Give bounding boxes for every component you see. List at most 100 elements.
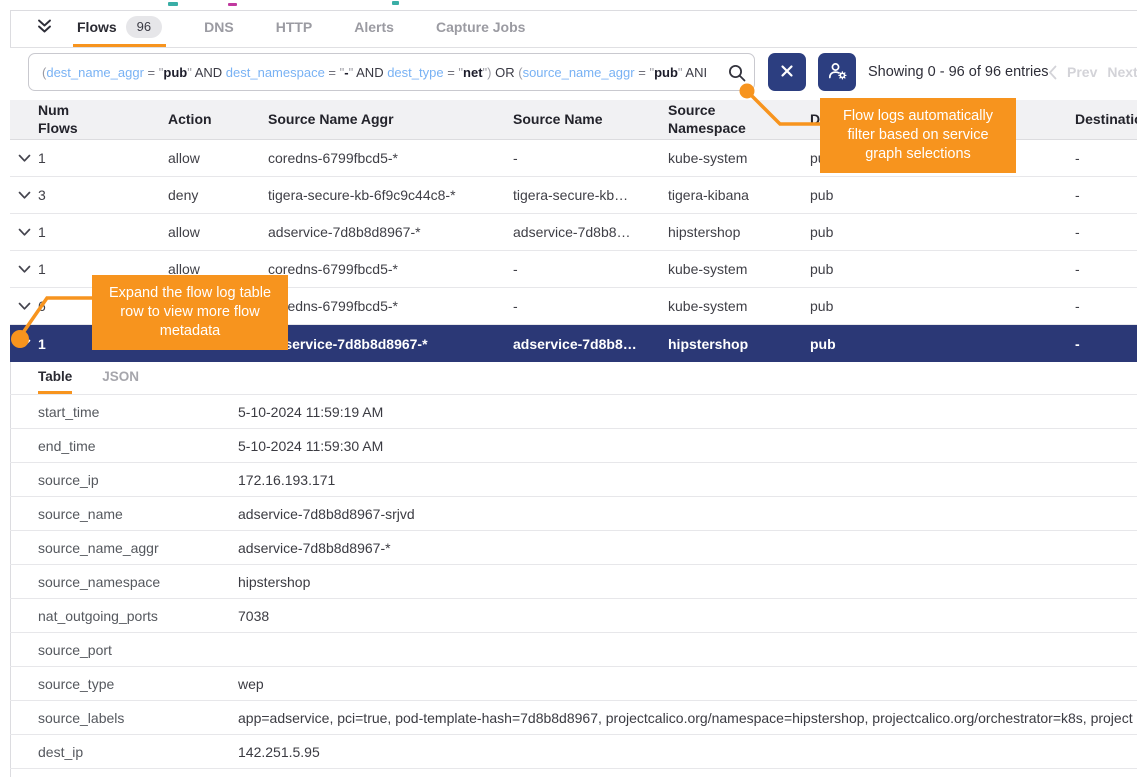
detail-row: source_nameadservice-7d8b8d8967-srjvd bbox=[10, 497, 1137, 531]
filter-query: (dest_name_aggr = "pub" AND dest_namespa… bbox=[42, 65, 707, 80]
next-button[interactable]: Next bbox=[1107, 64, 1137, 80]
detail-key: nat_outgoing_ports bbox=[38, 608, 238, 624]
detail-value: 5-10-2024 11:59:30 AM bbox=[238, 438, 1137, 454]
cell-destination-name: - bbox=[1075, 187, 1137, 203]
callout-filter-hint: Flow logs automatically filter based on … bbox=[820, 98, 1016, 173]
cell-num-flows: 3 bbox=[38, 187, 168, 203]
query-token: dest_name_aggr bbox=[46, 65, 144, 80]
cell-dest-name-aggr: pub bbox=[810, 187, 1075, 203]
chevron-left-icon bbox=[1048, 65, 1057, 80]
tab-http[interactable]: HTTP bbox=[272, 10, 317, 47]
detail-row: source_ip172.16.193.171 bbox=[10, 463, 1137, 497]
cell-source-name: - bbox=[513, 261, 668, 277]
row-expand-chevron-icon[interactable] bbox=[10, 339, 38, 348]
row-expand-chevron-icon[interactable] bbox=[10, 302, 38, 311]
detail-view-tabs: Table JSON bbox=[10, 362, 1137, 395]
cell-source-name: adservice-7d8b8… bbox=[513, 336, 668, 352]
header-source-name-aggr: Source Name Aggr bbox=[268, 111, 513, 129]
row-expand-chevron-icon[interactable] bbox=[10, 191, 38, 200]
pagination: Prev Next bbox=[1048, 48, 1137, 96]
filter-query-input[interactable]: (dest_name_aggr = "pub" AND dest_namespa… bbox=[28, 53, 755, 91]
showing-entries-text: Showing 0 - 96 of 96 entries bbox=[868, 48, 1049, 96]
detail-value: adservice-7d8b8d8967-* bbox=[238, 540, 1137, 556]
query-token: = bbox=[635, 65, 650, 80]
cell-source-name-aggr: adservice-7d8b8d8967-* bbox=[268, 336, 513, 352]
cell-source-name-aggr: adservice-7d8b8d8967-* bbox=[268, 224, 513, 240]
collapse-panel-button[interactable] bbox=[26, 10, 63, 47]
callout-expand-hint: Expand the flow log table row to view mo… bbox=[92, 275, 288, 350]
tab-dns-label: DNS bbox=[204, 19, 234, 35]
clipped-text-fragment bbox=[168, 2, 178, 6]
cell-source-name-aggr: coredns-6799fbcd5-* bbox=[268, 150, 513, 166]
close-icon bbox=[780, 64, 794, 81]
tab-dns[interactable]: DNS bbox=[200, 10, 238, 47]
query-token: net bbox=[463, 65, 483, 80]
detail-tab-json[interactable]: JSON bbox=[102, 362, 139, 394]
query-token: OR bbox=[492, 65, 519, 80]
tab-flows[interactable]: Flows 96 bbox=[73, 10, 166, 47]
clipped-text-fragment bbox=[392, 1, 399, 5]
query-token: = bbox=[144, 65, 159, 80]
detail-key: source_namespace bbox=[38, 574, 238, 590]
cell-source-name: - bbox=[513, 298, 668, 314]
log-type-tabbar: Flows 96 DNS HTTP Alerts Capture Jobs bbox=[10, 10, 1137, 48]
detail-row: start_time5-10-2024 11:59:19 AM bbox=[10, 395, 1137, 429]
detail-key: source_name bbox=[38, 506, 238, 522]
detail-rows: start_time5-10-2024 11:59:19 AMend_time5… bbox=[10, 395, 1137, 769]
detail-row: source_port bbox=[10, 633, 1137, 667]
tab-flows-label: Flows bbox=[77, 19, 117, 35]
cell-source-name-aggr: coredns-6799fbcd5-* bbox=[268, 298, 513, 314]
cell-source-namespace: kube-system bbox=[668, 298, 810, 314]
clipped-text-fragment bbox=[228, 3, 237, 6]
tab-capture-jobs[interactable]: Capture Jobs bbox=[432, 10, 529, 47]
detail-value: 142.251.5.95 bbox=[238, 744, 1137, 760]
query-token: AND bbox=[353, 65, 387, 80]
header-num-flows: Num Flows bbox=[38, 102, 168, 137]
clipped-content-strip bbox=[0, 0, 1137, 10]
query-token: ANI bbox=[683, 65, 708, 80]
cell-dest-name-aggr: pub bbox=[810, 336, 1075, 352]
cell-source-name: - bbox=[513, 150, 668, 166]
query-token: pub bbox=[654, 65, 678, 80]
detail-key: source_name_aggr bbox=[38, 540, 238, 556]
detail-value: 5-10-2024 11:59:19 AM bbox=[238, 404, 1137, 420]
cell-num-flows: 1 bbox=[38, 150, 168, 166]
cell-destination-name: - bbox=[1075, 336, 1137, 352]
detail-row: end_time5-10-2024 11:59:30 AM bbox=[10, 429, 1137, 463]
detail-row: source_namespacehipstershop bbox=[10, 565, 1137, 599]
table-row[interactable]: 3denytigera-secure-kb-6f9c9c44c8-*tigera… bbox=[10, 177, 1137, 214]
header-source-namespace: Source Namespace bbox=[668, 102, 810, 137]
table-row[interactable]: 1allowadservice-7d8b8d8967-*adservice-7d… bbox=[10, 214, 1137, 251]
cell-destination-name: - bbox=[1075, 261, 1137, 277]
search-icon[interactable] bbox=[727, 63, 747, 88]
query-token: AND bbox=[192, 65, 226, 80]
person-gear-icon bbox=[827, 61, 848, 84]
query-token: dest_type bbox=[387, 65, 443, 80]
row-expand-chevron-icon[interactable] bbox=[10, 228, 38, 237]
cell-source-name-aggr: coredns-6799fbcd5-* bbox=[268, 261, 513, 277]
clear-filter-button[interactable] bbox=[768, 53, 806, 91]
header-action: Action bbox=[168, 111, 268, 129]
detail-tab-table-label: Table bbox=[38, 369, 72, 384]
detail-value: adservice-7d8b8d8967-srjvd bbox=[238, 506, 1137, 522]
cell-action: allow bbox=[168, 150, 268, 166]
query-token: = bbox=[325, 65, 340, 80]
row-expand-chevron-icon[interactable] bbox=[10, 265, 38, 274]
row-expand-chevron-icon[interactable] bbox=[10, 154, 38, 163]
cell-source-name: adservice-7d8b8… bbox=[513, 224, 668, 240]
user-settings-button[interactable] bbox=[818, 53, 856, 91]
tab-alerts[interactable]: Alerts bbox=[350, 10, 398, 47]
cell-destination-name: - bbox=[1075, 224, 1137, 240]
query-token: pub bbox=[163, 65, 187, 80]
cell-source-namespace: hipstershop bbox=[668, 224, 810, 240]
detail-row: source_labelsapp=adservice, pci=true, po… bbox=[10, 701, 1137, 735]
detail-tab-table[interactable]: Table bbox=[38, 362, 72, 394]
cell-action: allow bbox=[168, 224, 268, 240]
header-destination-name: Destination Name bbox=[1075, 111, 1137, 129]
tab-alerts-label: Alerts bbox=[354, 19, 394, 35]
cell-source-name-aggr: tigera-secure-kb-6f9c9c44c8-* bbox=[268, 187, 513, 203]
detail-value: app=adservice, pci=true, pod-template-ha… bbox=[238, 710, 1137, 726]
prev-button[interactable]: Prev bbox=[1067, 64, 1097, 80]
detail-key: dest_ip bbox=[38, 744, 238, 760]
detail-key: source_port bbox=[38, 642, 238, 658]
